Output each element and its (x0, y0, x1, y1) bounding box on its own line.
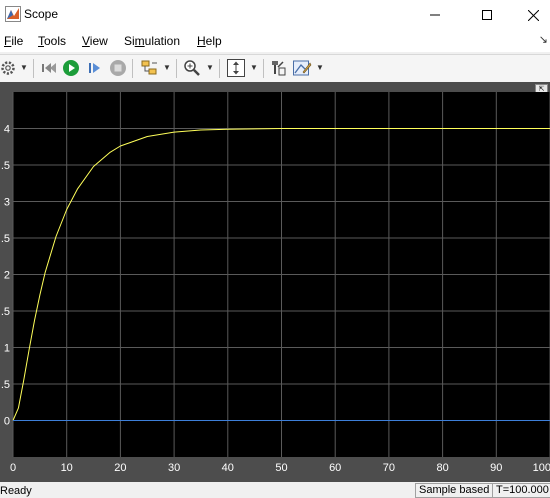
zoom-button[interactable] (183, 59, 201, 77)
run-icon (63, 60, 79, 76)
cursor-measurements-button[interactable] (292, 59, 312, 77)
menu-tools[interactable]: Tools (38, 34, 66, 48)
toolbar-separator (33, 59, 34, 78)
window-title: Scope (24, 7, 59, 21)
y-tick-label: 0 (4, 416, 10, 428)
y-tick-label: 2 (4, 270, 10, 282)
scale-axes-button[interactable] (226, 59, 246, 77)
minimize-button[interactable] (412, 0, 458, 30)
status-bar: Ready Sample based T=100.000 (0, 482, 550, 498)
maximize-icon (482, 10, 492, 20)
stop-button[interactable] (109, 59, 127, 77)
x-tick-label: 60 (329, 462, 341, 474)
step-forward-icon (89, 63, 100, 73)
x-tick-label: 90 (490, 462, 502, 474)
x-tick-label: 10 (61, 462, 73, 474)
toolbar-separator (132, 59, 133, 78)
configuration-button[interactable] (0, 59, 16, 77)
x-tick-label: 80 (436, 462, 448, 474)
highlight-block-button[interactable] (140, 59, 160, 77)
menu-file[interactable]: File (4, 34, 23, 48)
toolbar-separator (176, 59, 177, 78)
y-tick-label: .5 (1, 306, 10, 318)
minimize-icon (430, 14, 440, 16)
toolbar-dock-arrow-icon[interactable]: ↘ (539, 33, 548, 46)
x-tick-label: 30 (168, 462, 180, 474)
zoom-dropdown-icon[interactable]: ▼ (206, 63, 214, 72)
rewind-button[interactable] (40, 59, 58, 77)
title-bar: Scope (0, 0, 550, 30)
zoom-icon (184, 60, 200, 76)
scale-axes-dropdown-icon[interactable]: ▼ (250, 63, 258, 72)
matlab-scope-icon (5, 6, 21, 22)
y-tick-label: 4 (4, 124, 10, 136)
toolbar: ▼ ▼ ▼ ▼ ▼ (0, 54, 550, 83)
x-tick-label: 50 (275, 462, 287, 474)
scope-plot[interactable]: 0 10 20 30 40 50 60 70 80 90 100 0 .5 1 .5 2 .5 3 .5 4 (0, 82, 550, 482)
scope-display: ⇱ 0 10 20 30 40 50 60 70 80 90 100 0.5 1.5 2.5 3.5 4 (0, 82, 550, 482)
toolbar-separator (263, 59, 264, 78)
close-button[interactable] (510, 0, 550, 30)
highlight-block-icon (141, 60, 157, 75)
menu-help[interactable]: Help (197, 34, 222, 48)
menu-view[interactable]: View (82, 34, 108, 48)
simulation-time-indicator: T=100.000 (492, 483, 550, 498)
configuration-dropdown-icon[interactable]: ▼ (20, 63, 28, 72)
x-tick-label: 100 (533, 462, 550, 474)
y-tick-label: .5 (1, 160, 10, 172)
measurements-dropdown-icon[interactable]: ▼ (316, 63, 324, 72)
x-tick-label: 70 (383, 462, 395, 474)
x-tick-label: 20 (114, 462, 126, 474)
simulink-write-button[interactable] (269, 59, 287, 77)
sample-mode-indicator: Sample based (415, 483, 494, 498)
y-tick-label: 1 (4, 343, 10, 355)
run-button[interactable] (62, 59, 80, 77)
x-tick-label: 40 (222, 462, 234, 474)
menu-bar: File Tools View Simulation Help ↘ (0, 30, 550, 52)
y-tick-label: .5 (1, 379, 10, 391)
stop-icon (110, 60, 126, 76)
rewind-icon (42, 63, 56, 73)
scale-axes-icon (227, 59, 245, 77)
y-tick-label: .5 (1, 233, 10, 245)
x-tick-label: 0 (10, 462, 16, 474)
menu-simulation[interactable]: Simulation (124, 34, 180, 48)
cursor-measurements-icon (293, 60, 312, 76)
step-forward-button[interactable] (86, 59, 104, 77)
toolbar-separator (219, 59, 220, 78)
highlight-dropdown-icon[interactable]: ▼ (163, 63, 171, 72)
gear-icon (1, 61, 15, 75)
maximize-button[interactable] (464, 0, 510, 30)
close-icon (527, 9, 539, 21)
y-tick-label: 3 (4, 197, 10, 209)
write-access-icon (272, 61, 286, 76)
status-text: Ready (0, 485, 32, 497)
